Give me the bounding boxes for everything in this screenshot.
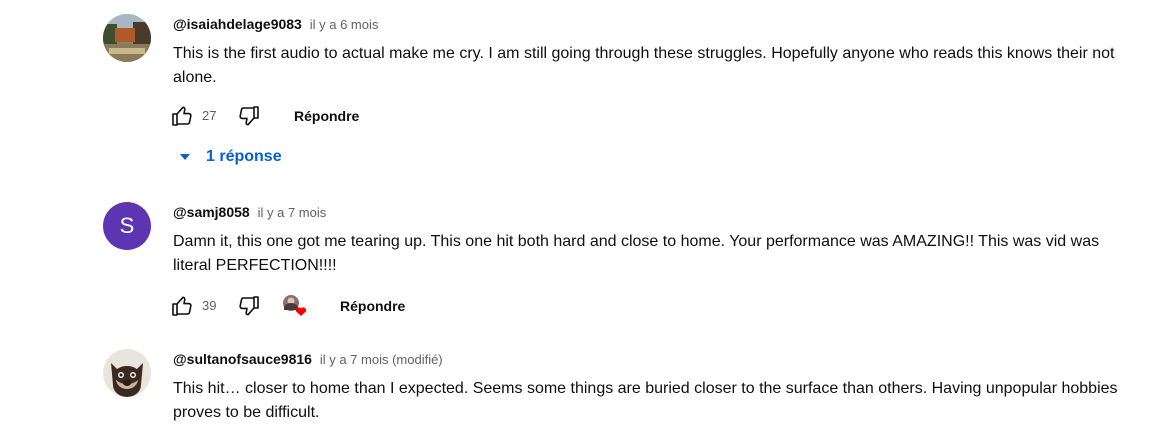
thumb-up-icon[interactable]: [170, 294, 194, 318]
comment-text: Damn it, this one got me tearing up. Thi…: [173, 233, 1100, 274]
comment-time[interactable]: il y a 7 mois: [258, 205, 327, 220]
avatar[interactable]: [103, 349, 151, 397]
avatar[interactable]: S: [103, 202, 151, 250]
reply-button[interactable]: Répondre: [340, 297, 405, 315]
thumb-up-icon[interactable]: [170, 104, 194, 128]
comment-text: This is the first audio to actual make m…: [173, 45, 1115, 86]
like-count: 27: [202, 108, 217, 123]
comment-header: @isaiahdelage9083 il y a 6 mois: [173, 14, 378, 35]
avatar[interactable]: [103, 14, 151, 62]
thumb-down-icon[interactable]: [237, 294, 261, 318]
comment-time[interactable]: il y a 6 mois: [310, 17, 379, 32]
author-name[interactable]: @samj8058: [173, 204, 250, 220]
replies-count-label: 1 réponse: [206, 148, 282, 165]
comment-text: This hit… closer to home than I expected…: [173, 380, 1118, 421]
author-name[interactable]: @isaiahdelage9083: [173, 16, 302, 32]
caret-down-icon: [178, 150, 192, 164]
author-name[interactable]: @sultanofsauce9816: [173, 351, 312, 367]
like-count: 39: [202, 298, 217, 313]
creator-heart-icon: [282, 294, 308, 318]
comment-header: @samj8058 il y a 7 mois: [173, 202, 326, 223]
comment-header: @sultanofsauce9816 il y a 7 mois (modifi…: [173, 349, 443, 370]
comment-time[interactable]: il y a 7 mois (modifié): [320, 352, 443, 367]
reply-button[interactable]: Répondre: [294, 107, 359, 125]
replies-toggle-button[interactable]: 1 réponse: [178, 148, 282, 170]
thumb-down-icon[interactable]: [237, 104, 261, 128]
